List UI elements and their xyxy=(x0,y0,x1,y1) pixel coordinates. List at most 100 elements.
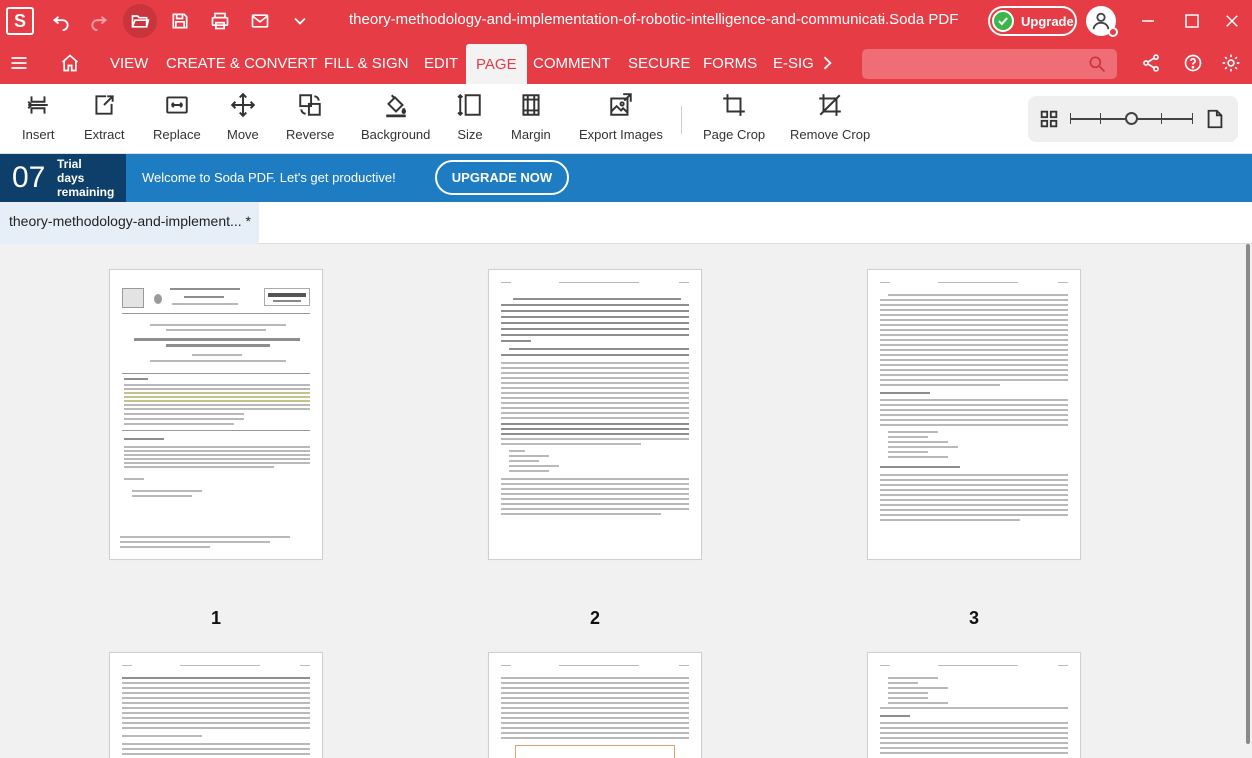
redo-icon[interactable] xyxy=(86,8,112,34)
replace-label: Replace xyxy=(153,127,201,142)
single-page-icon[interactable] xyxy=(1204,108,1226,135)
size-button[interactable]: Size xyxy=(457,92,483,142)
remove-crop-label: Remove Crop xyxy=(790,127,871,142)
replace-button[interactable]: Replace xyxy=(153,92,201,142)
user-avatar[interactable] xyxy=(1086,6,1118,37)
page-crop-button[interactable]: Page Crop xyxy=(703,92,765,142)
menu-forms[interactable]: FORMS xyxy=(703,42,757,84)
crop-icon xyxy=(723,94,745,116)
zoom-tick xyxy=(1100,113,1101,124)
page-thumbnail[interactable] xyxy=(488,652,702,758)
margin-icon xyxy=(522,94,540,116)
menu-view[interactable]: VIEW xyxy=(110,42,148,84)
upgrade-label: Upgrade xyxy=(1021,13,1074,29)
document-tab-strip: theory-methodology-and-implement... * xyxy=(0,202,1252,244)
margin-button[interactable]: Margin xyxy=(511,92,551,142)
export-images-button[interactable]: Export Images xyxy=(579,92,663,142)
zoom-panel xyxy=(1028,96,1238,142)
reverse-icon xyxy=(299,94,321,116)
export-images-icon xyxy=(610,93,632,116)
trial-banner: 07 Trial days remaining Welcome to Soda … xyxy=(0,154,1252,202)
insert-icon xyxy=(27,96,48,114)
app-name: - Soda PDF xyxy=(880,11,959,28)
margin-label: Margin xyxy=(511,127,551,142)
home-icon[interactable] xyxy=(57,50,83,76)
chevron-right-icon[interactable] xyxy=(814,50,840,76)
menu-bar: VIEW CREATE & CONVERT FILL & SIGN EDIT P… xyxy=(0,42,1252,84)
menu-edit[interactable]: EDIT xyxy=(424,42,458,84)
figure-frame xyxy=(515,745,675,758)
soda-pdf-logo[interactable]: S xyxy=(6,7,34,35)
upgrade-now-button[interactable]: UPGRADE NOW xyxy=(435,160,569,195)
trial-days-number: 07 xyxy=(12,161,46,194)
notification-dot xyxy=(1108,27,1118,37)
vertical-scrollbar[interactable] xyxy=(1243,244,1252,758)
reverse-label: Reverse xyxy=(286,127,335,142)
zoom-slider-handle[interactable] xyxy=(1125,112,1138,125)
menu-e-sign[interactable]: E-SIG xyxy=(773,42,814,84)
page-number-3: 3 xyxy=(968,608,979,628)
menu-comment[interactable]: COMMENT xyxy=(533,42,611,84)
search-icon xyxy=(1089,56,1106,73)
journal-logo xyxy=(154,294,162,304)
move-label: Move xyxy=(227,127,259,142)
menu-secure[interactable]: SECURE xyxy=(628,42,691,84)
scrollbar-thumb[interactable] xyxy=(1246,244,1250,744)
save-icon[interactable] xyxy=(167,8,193,34)
background-button[interactable]: Background xyxy=(361,92,430,142)
print-icon[interactable] xyxy=(207,8,233,34)
extract-icon xyxy=(95,95,114,115)
document-title: theory-methodology-and-implementation-of… xyxy=(349,11,898,28)
close-icon[interactable] xyxy=(1220,9,1244,33)
chevron-down-icon[interactable] xyxy=(287,8,313,34)
help-icon[interactable] xyxy=(1180,50,1206,76)
page-crop-label: Page Crop xyxy=(703,127,766,142)
page-thumbnails-area: 1 2 3 xyxy=(0,244,1243,758)
settings-gear-icon[interactable] xyxy=(1218,50,1244,76)
hamburger-menu-icon[interactable] xyxy=(6,50,32,76)
page-number-1: 1 xyxy=(210,608,221,628)
menu-create-convert[interactable]: CREATE & CONVERT xyxy=(166,42,317,84)
grid-view-icon[interactable] xyxy=(1038,108,1060,135)
move-icon xyxy=(230,92,256,118)
page-thumbnail[interactable] xyxy=(109,652,323,758)
remove-crop-button[interactable]: Remove Crop xyxy=(790,92,870,142)
trial-label-1: Trial xyxy=(57,157,82,171)
move-button[interactable]: Move xyxy=(227,92,259,142)
page-thumbnail[interactable] xyxy=(867,652,1081,758)
page-thumbnail[interactable] xyxy=(109,269,323,560)
document-tab[interactable]: theory-methodology-and-implement... * xyxy=(0,202,259,244)
remove-crop-icon xyxy=(819,94,841,116)
zoom-tick xyxy=(1070,113,1071,124)
upgrade-button[interactable]: Upgrade xyxy=(988,6,1077,36)
paint-bucket-icon xyxy=(385,94,406,118)
share-icon[interactable] xyxy=(1138,50,1164,76)
insert-label: Insert xyxy=(22,127,55,142)
minimize-icon[interactable] xyxy=(1136,9,1160,33)
insert-button[interactable]: Insert xyxy=(22,92,55,142)
journal-logo xyxy=(264,288,310,306)
page-thumbnail[interactable] xyxy=(488,269,702,560)
trial-label-2: days xyxy=(57,171,85,185)
trial-label-3: remaining xyxy=(57,185,115,199)
export-images-label: Export Images xyxy=(579,127,663,142)
trial-counter: 07 Trial days remaining xyxy=(0,154,126,202)
menu-fill-sign[interactable]: FILL & SIGN xyxy=(324,42,408,84)
zoom-tick xyxy=(1192,113,1193,124)
open-folder-icon[interactable] xyxy=(127,8,153,34)
page-ribbon: Insert Extract Replace Move Reverse Back… xyxy=(0,84,1252,154)
publisher-logo xyxy=(122,288,144,308)
menu-page[interactable]: PAGE xyxy=(466,44,527,84)
welcome-message: Welcome to Soda PDF. Let's get productiv… xyxy=(142,170,396,185)
undo-icon[interactable] xyxy=(48,8,74,34)
reverse-button[interactable]: Reverse xyxy=(286,92,334,142)
extract-button[interactable]: Extract xyxy=(84,92,124,142)
maximize-icon[interactable] xyxy=(1180,9,1204,33)
title-bar: S theory-methodology-and-implementation-… xyxy=(0,0,1252,42)
background-label: Background xyxy=(361,127,431,142)
email-icon[interactable] xyxy=(247,8,273,34)
page-number-2: 2 xyxy=(589,608,600,628)
search-input[interactable] xyxy=(862,49,1117,79)
page-thumbnail[interactable] xyxy=(867,269,1081,560)
size-icon xyxy=(457,93,481,117)
